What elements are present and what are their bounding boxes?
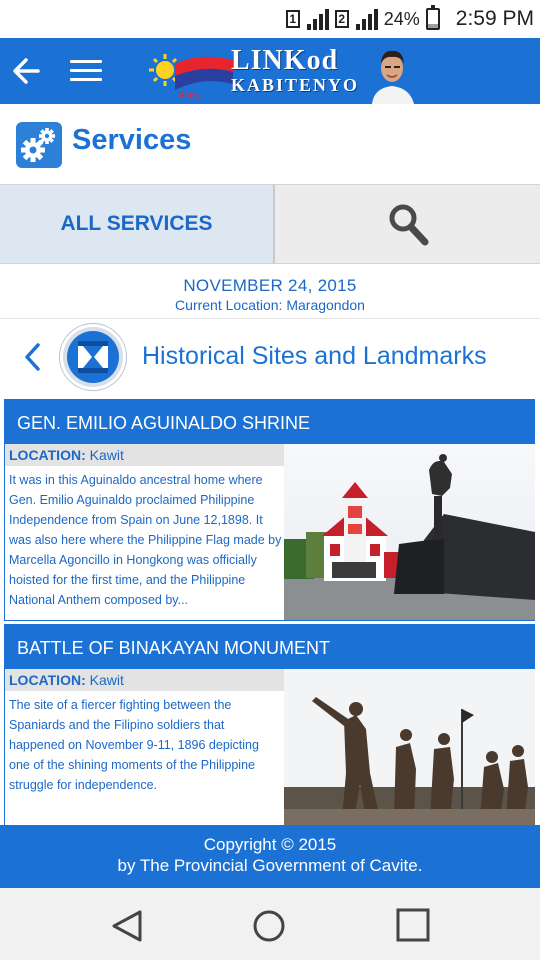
site-photo-aguinaldo-shrine [284,444,535,620]
site-text: LOCATION: Kawit The site of a fiercer fi… [5,669,284,845]
status-bar: 1 2 24% 2:59 PM [0,0,540,38]
app-bar: Ako'y LINKod KABITENYO [0,38,540,104]
app-logo: Ako'y LINKod KABITENYO [145,42,416,104]
clock: 2:59 PM [455,7,534,30]
site-location-label: LOCATION: [9,672,86,688]
footer-owner: by The Provincial Government of Cavite. [117,856,423,875]
sim1-indicator: 1 [285,10,300,28]
chevron-left-icon[interactable] [22,337,44,385]
site-name: BATTLE OF BINAKAYAN MONUMENT [5,625,534,669]
gears-icon [16,122,62,168]
site-name: GEN. EMILIO AGUINALDO SHRINE [5,400,534,444]
logo-main-text: LINKod [231,45,339,76]
date-location: NOVEMBER 24, 2015 Current Location: Mara… [0,264,540,319]
site-location: LOCATION: Kawit [5,444,284,466]
nav-recents-icon[interactable] [394,908,432,944]
site-card-body: LOCATION: Kawit It was in this Aguinaldo… [5,444,535,620]
site-location-value: Kawit [89,447,124,463]
footer: Copyright © 2015 by The Provincial Gover… [0,825,540,888]
logo-text: LINKod KABITENYO [231,45,360,96]
system-nav-bar [0,888,540,960]
logo-sun-flag-graphic: Ako'y [149,54,233,100]
tab-search[interactable] [275,185,540,263]
footer-copyright: Copyright © 2015 [203,835,337,854]
site-text: LOCATION: Kawit It was in this Aguinaldo… [5,444,284,620]
site-location-label: LOCATION: [9,447,86,463]
battery-icon [425,5,440,30]
services-header: Services [0,104,540,184]
page-title: Services [72,124,192,156]
current-date: NOVEMBER 24, 2015 [183,276,357,295]
nav-back-icon[interactable] [108,908,146,944]
tab-all-services-label: ALL SERVICES [60,212,213,235]
service-tabs: ALL SERVICES [0,184,540,264]
nav-home-icon[interactable] [250,908,288,944]
arrow-left-icon[interactable] [8,51,44,91]
site-location-value: Kawit [89,672,124,688]
svg-text:Ako'y: Ako'y [179,91,201,100]
site-card-body: LOCATION: Kawit The site of a fiercer fi… [5,669,535,845]
battery-percent: 24% [383,8,420,29]
search-icon [389,204,428,246]
site-card[interactable]: BATTLE OF BINAKAYAN MONUMENT LOCATION: K… [4,624,535,846]
tab-all-services[interactable]: ALL SERVICES [0,185,275,263]
logo-sub-text: KABITENYO [231,75,360,95]
hamburger-menu-icon[interactable] [70,60,102,82]
current-location: Current Location: Maragondon [175,297,365,313]
site-description: It was in this Aguinaldo ancestral home … [9,473,282,607]
hourglass-icon [60,324,126,390]
site-card[interactable]: GEN. EMILIO AGUINALDO SHRINE LOCATION: K… [4,399,535,621]
category-title: Historical Sites and Landmarks [142,342,487,370]
sim2-indicator: 2 [334,10,349,28]
category-header: Historical Sites and Landmarks [0,319,540,397]
site-location: LOCATION: Kawit [5,669,284,691]
site-description: The site of a fiercer fighting between t… [9,698,259,792]
signal-icon-sim1 [306,8,329,30]
signal-icon-sim2 [355,8,378,30]
avatar [368,42,416,104]
status-icons: 1 2 24% 2:59 PM [285,0,534,38]
site-photo-binakayan-monument [284,669,535,845]
